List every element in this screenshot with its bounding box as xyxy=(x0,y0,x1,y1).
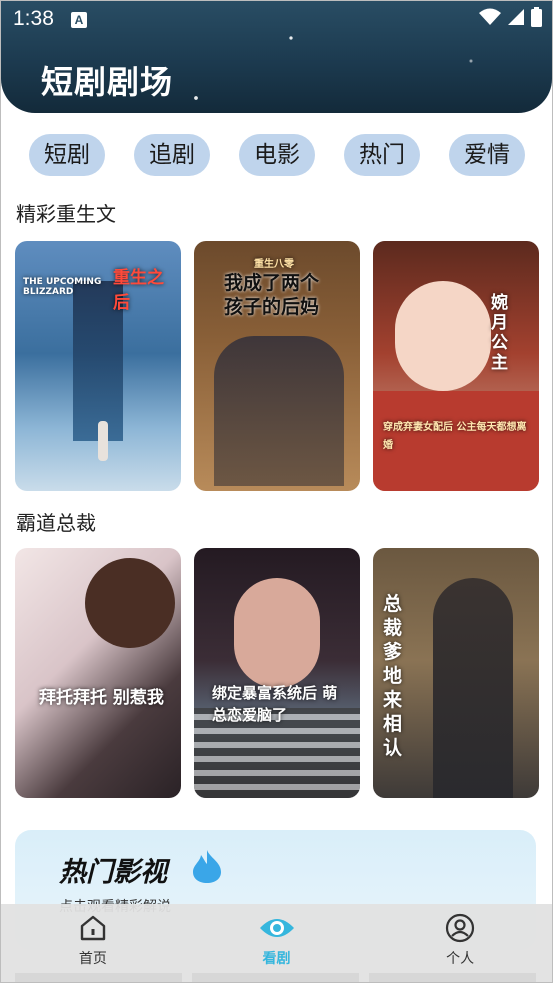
app-screen: 1:38 A 短剧剧场 短剧 追剧 电影 热门 爱情 精彩重生文 THE UPC… xyxy=(0,0,553,983)
poster-card[interactable]: 拜托拜托 别惹我 xyxy=(15,548,181,798)
poster-title: 婉月公主 xyxy=(491,293,508,373)
tab-profile[interactable]: 个人 xyxy=(368,904,552,982)
poster-title: 总裁爹地来相认 xyxy=(383,593,403,759)
battery-icon xyxy=(531,7,542,27)
poster-art xyxy=(433,578,513,798)
poster-art xyxy=(85,558,175,648)
tab-home-label: 首页 xyxy=(78,951,107,967)
poster-title: 重生之后 xyxy=(113,268,164,313)
status-icons xyxy=(479,7,542,27)
poster-card[interactable]: 总裁爹地来相认 xyxy=(373,548,539,798)
hot-videos-title: 热门影视 xyxy=(59,857,167,888)
poster-card[interactable]: 绑定暴富系统后 萌总恋爱脑了 xyxy=(194,548,360,798)
chip-hot[interactable]: 热门 xyxy=(344,134,420,176)
poster-figure xyxy=(98,421,108,461)
status-bar: 1:38 A xyxy=(1,1,552,39)
poster-row-rebirth: THE UPCOMING BLIZZARD 重生之后 重生八零 我成了两个孩子的… xyxy=(15,241,539,491)
category-chips: 短剧 追剧 电影 热门 爱情 xyxy=(29,134,525,176)
person-icon xyxy=(446,913,475,943)
poster-row-ceo: 拜托拜托 别惹我 绑定暴富系统后 萌总恋爱脑了 总裁爹地来相认 xyxy=(15,548,539,798)
poster-art xyxy=(214,336,344,486)
flame-icon xyxy=(193,850,221,883)
poster-title: 我成了两个孩子的后妈 xyxy=(224,272,320,318)
chip-short-drama[interactable]: 短剧 xyxy=(29,134,105,176)
signal-icon xyxy=(508,9,524,25)
notification-badge-icon: A xyxy=(71,12,87,28)
tab-watch[interactable]: 看剧 xyxy=(185,904,369,982)
tab-profile-label: 个人 xyxy=(446,951,475,967)
chip-romance[interactable]: 爱情 xyxy=(449,134,525,176)
poster-subtitle: 重生八零 xyxy=(254,259,294,270)
poster-title: 绑定暴富系统后 萌总恋爱脑了 xyxy=(212,684,338,724)
tab-watch-label: 看剧 xyxy=(262,951,291,967)
section-title-rebirth: 精彩重生文 xyxy=(16,202,116,226)
poster-title: 拜托拜托 别惹我 xyxy=(39,688,164,708)
chip-movie[interactable]: 电影 xyxy=(239,134,315,176)
poster-card[interactable]: 重生八零 我成了两个孩子的后妈 xyxy=(194,241,360,491)
home-icon xyxy=(80,915,106,941)
poster-card[interactable]: 婉月公主 穿成弃妻女配后 公主每天都想离婚 xyxy=(373,241,539,491)
chip-follow[interactable]: 追剧 xyxy=(134,134,210,176)
poster-art xyxy=(395,281,491,391)
tab-home[interactable]: 首页 xyxy=(1,904,185,982)
wifi-icon xyxy=(479,8,501,25)
app-title: 短剧剧场 xyxy=(41,63,174,101)
poster-subtitle: 穿成弃妻女配后 公主每天都想离婚 xyxy=(383,422,527,451)
poster-card[interactable]: THE UPCOMING BLIZZARD 重生之后 xyxy=(15,241,181,491)
bottom-tab-bar: 首页 看剧 个人 xyxy=(1,904,552,982)
section-title-ceo: 霸道总裁 xyxy=(16,511,96,535)
eye-icon xyxy=(259,919,294,937)
status-time: 1:38 xyxy=(13,7,54,30)
poster-subtitle: THE UPCOMING BLIZZARD xyxy=(23,277,102,297)
poster-art xyxy=(234,578,320,688)
